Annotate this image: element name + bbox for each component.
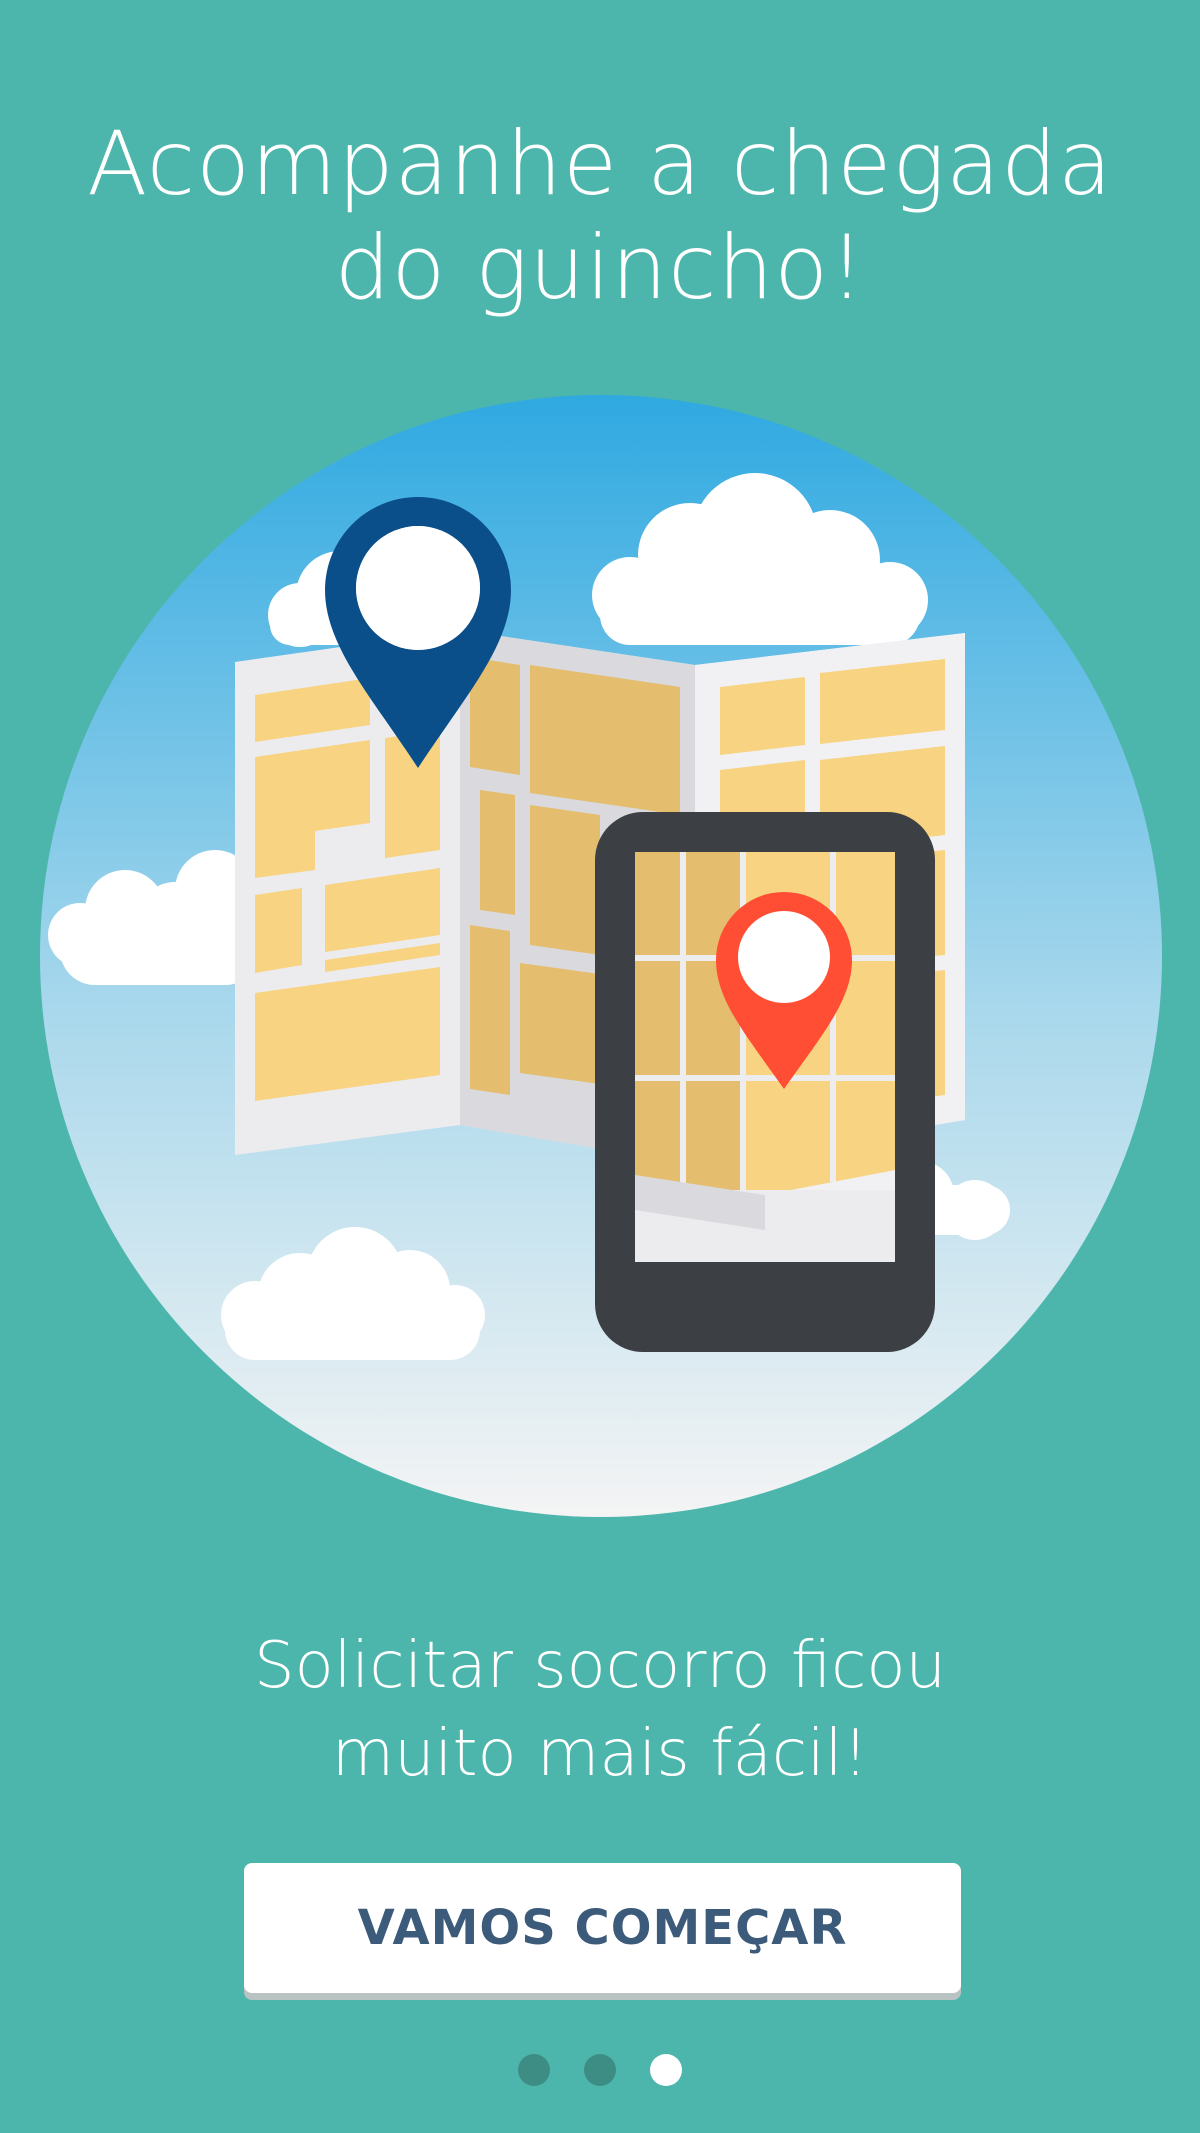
pagination-dot-3[interactable]	[650, 2054, 682, 2086]
page-title-line-2: do guincho!	[334, 216, 866, 319]
get-started-button[interactable]: VAMOS COMEÇAR	[244, 1863, 961, 1993]
subtitle-line-1: Solicitar socorro ficou	[253, 1629, 947, 1703]
page-title: Acompanhe a chegada do guincho!	[0, 112, 1200, 320]
onboarding-screen: Acompanhe a chegada do guincho! Solicita…	[0, 0, 1200, 2133]
pagination-dots	[0, 2054, 1200, 2086]
smartphone-icon	[595, 812, 935, 1352]
page-title-line-1: Acompanhe a chegada	[87, 112, 1113, 215]
subtitle: Solicitar socorro ficou muito mais fácil…	[0, 1622, 1200, 1798]
subtitle-line-2: muito mais fácil!	[331, 1717, 869, 1791]
tracking-illustration-svg	[40, 395, 1162, 1517]
pagination-dot-1[interactable]	[518, 2054, 550, 2086]
tracking-illustration	[40, 395, 1162, 1517]
pagination-dot-2[interactable]	[584, 2054, 616, 2086]
